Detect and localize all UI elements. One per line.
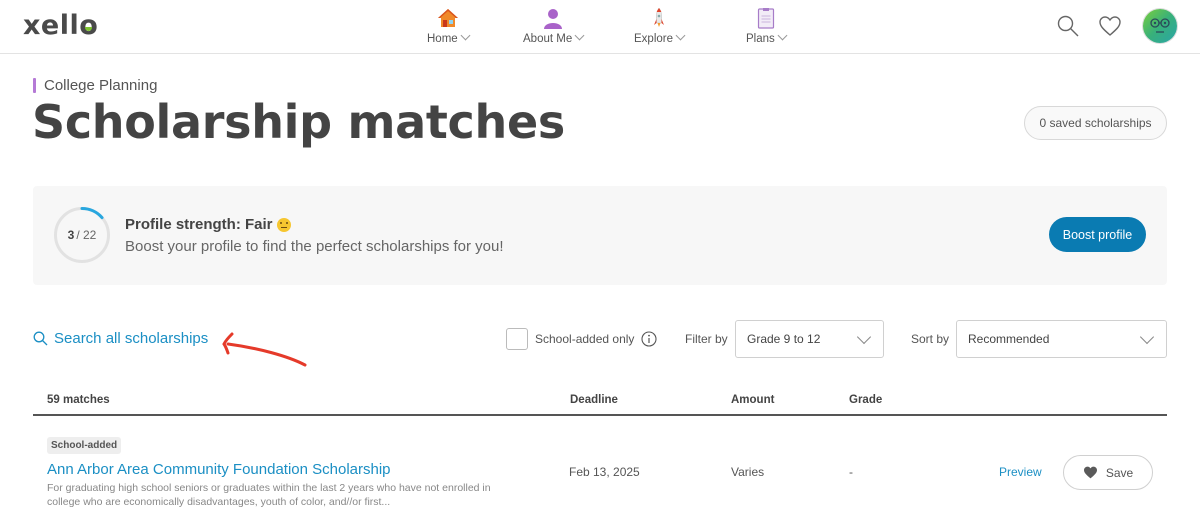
profile-score-total: / 22 xyxy=(76,228,97,242)
school-added-only-label: School-added only xyxy=(535,332,635,346)
scholarship-amount: Varies xyxy=(731,465,765,479)
column-header-deadline: Deadline xyxy=(570,394,618,406)
profile-strength-title: Profile strength: Fair xyxy=(125,216,291,233)
chevron-down-icon xyxy=(574,30,585,41)
nav-plans-label: Plans xyxy=(746,33,775,45)
chevron-down-icon xyxy=(777,30,788,41)
nav-plans[interactable]: Plans xyxy=(746,6,788,45)
avatar-face-icon xyxy=(1150,18,1170,33)
eyebrow-accent-bar xyxy=(33,78,36,93)
search-icon[interactable] xyxy=(1056,14,1080,43)
person-icon xyxy=(541,6,565,30)
scholarship-title-link[interactable]: Ann Arbor Area Community Foundation Scho… xyxy=(47,461,391,478)
xello-logo[interactable]: xello xyxy=(23,10,98,41)
nav-home-label: Home xyxy=(427,33,458,45)
save-label: Save xyxy=(1105,465,1134,480)
filter-by-label: Filter by xyxy=(685,332,728,346)
grade-filter-select[interactable]: Grade 9 to 12 xyxy=(735,320,884,358)
nav-explore[interactable]: Explore xyxy=(634,6,686,45)
sort-by-label: Sort by xyxy=(911,332,950,346)
search-all-scholarships-link[interactable]: Search all scholarships xyxy=(33,330,208,347)
scholarship-deadline: Feb 13, 2025 xyxy=(569,465,640,479)
chevron-down-icon xyxy=(675,30,686,41)
saved-scholarships-button[interactable]: 0 saved scholarships xyxy=(1024,106,1167,140)
rocket-icon xyxy=(647,6,671,30)
logo-text-xell: xell xyxy=(23,10,80,41)
profile-strength-text: Profile strength: Fair xyxy=(125,216,273,233)
scholarship-grade: - xyxy=(849,465,853,479)
neutral-face-icon xyxy=(276,217,291,232)
eyebrow-label: College Planning xyxy=(44,77,158,94)
table-row: School-added Ann Arbor Area Community Fo… xyxy=(33,418,1167,523)
red-annotation-arrow-icon xyxy=(222,332,307,367)
results-table-header: 59 matches Deadline Amount Grade xyxy=(33,392,1167,416)
school-added-badge: School-added xyxy=(47,437,122,454)
heart-icon[interactable] xyxy=(1098,15,1122,42)
column-header-amount: Amount xyxy=(731,394,775,406)
profile-strength-subtitle: Boost your profile to find the perfect s… xyxy=(125,238,504,255)
chevron-down-icon xyxy=(1139,329,1155,345)
breadcrumb: College Planning xyxy=(33,77,157,94)
matches-count: 59 matches xyxy=(47,394,110,406)
sort-select[interactable]: Recommended xyxy=(956,320,1167,358)
chevron-down-icon xyxy=(856,329,872,345)
grade-filter-value: Grade 9 to 12 xyxy=(747,332,821,346)
column-header-grade: Grade xyxy=(849,394,883,406)
search-all-scholarships-label: Search all scholarships xyxy=(54,330,209,347)
scholarship-description: For graduating high school seniors or gr… xyxy=(47,482,491,508)
search-icon xyxy=(33,331,48,346)
nav-about-me[interactable]: About Me xyxy=(523,6,585,45)
profile-score-value: 3 xyxy=(67,228,75,242)
school-added-only-checkbox[interactable] xyxy=(506,328,528,350)
nav-about-me-label: About Me xyxy=(523,33,573,45)
save-scholarship-button[interactable]: Save xyxy=(1063,455,1153,490)
boost-profile-button[interactable]: Boost profile xyxy=(1049,217,1146,252)
sort-value: Recommended xyxy=(968,332,1050,346)
profile-strength-card: 3 / 22 Profile strength: Fair Boost your… xyxy=(33,186,1167,285)
logo-o: o xyxy=(79,10,99,41)
chevron-down-icon xyxy=(460,30,471,41)
clipboard-icon xyxy=(754,6,778,30)
nav-home[interactable]: Home xyxy=(427,6,471,45)
heart-filled-icon xyxy=(1083,466,1097,479)
avatar[interactable] xyxy=(1143,9,1177,43)
top-navigation-bar: xello Home About Me Explore Plans xyxy=(0,0,1200,54)
nav-explore-label: Explore xyxy=(634,33,673,45)
preview-link[interactable]: Preview xyxy=(999,465,1042,479)
page-title: Scholarship matches xyxy=(32,95,565,149)
profile-score: 3 / 22 xyxy=(53,206,111,264)
house-icon xyxy=(436,6,460,30)
info-icon[interactable] xyxy=(641,331,657,352)
